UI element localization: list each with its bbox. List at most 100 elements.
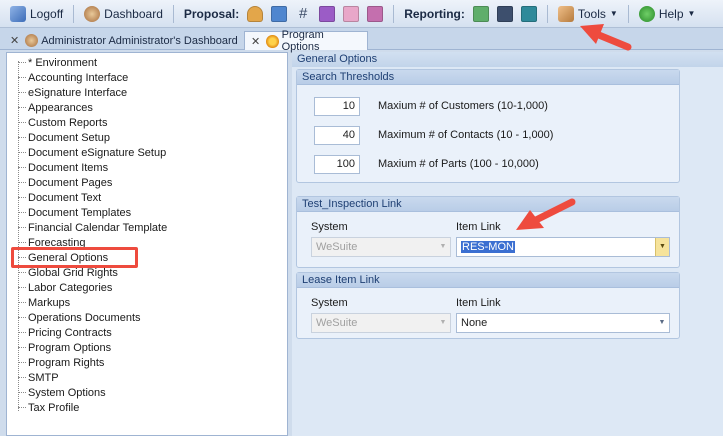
options-panel: General Options Search Thresholds 10 Max… — [292, 52, 723, 436]
customers-threshold-label: Maxium # of Customers (10-1,000) — [378, 100, 548, 112]
chevron-down-icon[interactable]: ▼ — [655, 238, 669, 256]
contacts-threshold-input[interactable]: 40 — [314, 126, 360, 145]
tools-menu[interactable]: Tools ▼ — [554, 3, 622, 25]
tree-item[interactable]: Pricing Contracts — [18, 325, 112, 340]
tab-program-options[interactable]: ✕ Program Options — [244, 29, 368, 53]
toolbar-divider — [393, 4, 395, 23]
lease-item-link-group: Lease Item Link System Item Link WeSuite… — [296, 272, 680, 339]
tab-label: Administrator Administrator's Dashboard — [41, 34, 238, 47]
tree-item-label: * Environment — [28, 56, 98, 69]
tree-item-label: Global Grid Rights — [28, 266, 118, 279]
tree-connector — [18, 317, 26, 318]
system-header: System — [311, 297, 348, 309]
customers-threshold-input[interactable]: 10 — [314, 97, 360, 116]
close-icon[interactable]: ✕ — [251, 35, 260, 48]
chevron-down-icon: ▼ — [687, 9, 696, 18]
inspection-link-group: Test_Inspection Link System Item Link We… — [296, 196, 680, 268]
chart-dark-icon[interactable] — [496, 5, 513, 22]
lease-system-select: WeSuite ▼ — [311, 313, 451, 333]
tree-item[interactable]: eSignature Interface — [18, 85, 127, 100]
tree-connector — [18, 122, 26, 123]
document-icon[interactable] — [367, 5, 384, 22]
tree-connector — [18, 77, 26, 78]
tree-connector — [18, 137, 26, 138]
tree-item[interactable]: Document Templates — [18, 205, 131, 220]
tree-item[interactable]: Document Text — [18, 190, 101, 205]
inspection-item-link-select[interactable]: RES-MON ▼ — [456, 237, 670, 257]
tree-item-label: Program Options — [28, 341, 112, 354]
toolbar-divider — [73, 4, 75, 23]
tree-item[interactable]: Document Items — [18, 160, 108, 175]
tree-item[interactable]: Financial Calendar Template — [18, 220, 167, 235]
tree-connector — [18, 242, 26, 243]
tree-item[interactable]: Custom Reports — [18, 115, 107, 130]
tree-item[interactable]: Program Rights — [18, 355, 104, 370]
tree-item[interactable]: Document eSignature Setup — [18, 145, 166, 160]
logoff-button[interactable]: Logoff — [6, 3, 67, 25]
tab-bar: ✕ Administrator Administrator's Dashboar… — [0, 28, 723, 53]
tree-item[interactable]: * Environment — [18, 55, 97, 70]
tree-item[interactable]: SMTP — [18, 370, 59, 385]
dashboard-button[interactable]: Dashboard — [80, 3, 167, 25]
tree-item[interactable]: Tax Profile — [18, 400, 79, 415]
tree-item-label: Pricing Contracts — [28, 326, 112, 339]
tree-item-label: Markups — [28, 296, 71, 309]
report-teal-icon[interactable] — [520, 5, 537, 22]
tree-connector — [18, 332, 26, 333]
wrench-blue-icon[interactable] — [271, 5, 288, 22]
tree-item[interactable]: Program Options — [18, 340, 111, 355]
tree-item[interactable]: Operations Documents — [18, 310, 141, 325]
grid-icon[interactable]: # — [295, 6, 311, 22]
tree-item[interactable]: Document Pages — [18, 175, 112, 190]
tree-connector — [18, 227, 26, 228]
tree-item[interactable]: System Options — [18, 385, 106, 400]
form-purple-icon[interactable] — [319, 5, 336, 22]
tree-item-label: Accounting Interface — [28, 71, 129, 84]
tab-dashboard[interactable]: ✕ Administrator Administrator's Dashboar… — [4, 31, 244, 50]
toolbar-divider — [546, 4, 548, 23]
group-title: Search Thresholds — [297, 70, 679, 85]
tree-connector — [18, 302, 26, 303]
tree-item-label: System Options — [28, 386, 106, 399]
tree-connector — [18, 197, 26, 198]
options-tree: * Environment Accounting Interface eSignat… — [6, 52, 288, 436]
close-icon[interactable]: ✕ — [10, 34, 19, 47]
tree-connector — [18, 287, 26, 288]
tree-item[interactable]: Labor Categories — [18, 280, 112, 295]
selected-text[interactable]: RES-MON — [461, 241, 515, 253]
chevron-down-icon: ▼ — [609, 9, 618, 18]
select-value: WeSuite — [316, 241, 358, 253]
tree-item-label: Labor Categories — [28, 281, 113, 294]
tree-item[interactable]: Markups — [18, 295, 70, 310]
parts-threshold-input[interactable]: 100 — [314, 155, 360, 174]
chevron-down-icon[interactable]: ▼ — [655, 314, 669, 332]
tab-label: Program Options — [281, 29, 324, 53]
tree-connector — [18, 272, 26, 273]
group-title: Lease Item Link — [297, 273, 679, 288]
bell-icon[interactable] — [247, 5, 264, 22]
tree-item[interactable]: Appearances — [18, 100, 93, 115]
toolbar-divider — [627, 4, 629, 23]
form-pink-icon[interactable] — [343, 5, 360, 22]
tree-item[interactable]: Document Setup — [18, 130, 110, 145]
tree-item-label: SMTP — [28, 371, 59, 384]
tree-connector — [18, 347, 26, 348]
panel-title: General Options — [292, 52, 723, 67]
tree-item-label: Document eSignature Setup — [28, 146, 167, 159]
chart-green-icon[interactable] — [472, 5, 489, 22]
tree-connector — [18, 212, 26, 213]
tree-item-label: eSignature Interface — [28, 86, 128, 99]
tree-item[interactable]: Accounting Interface — [18, 70, 128, 85]
lease-item-link-select[interactable]: None ▼ — [456, 313, 670, 333]
tree-connector — [18, 107, 26, 108]
chevron-down-icon: ▼ — [439, 243, 447, 250]
logoff-icon — [10, 5, 26, 22]
tree-item-label: Operations Documents — [28, 311, 141, 324]
tree-item-label: Custom Reports — [28, 116, 108, 129]
inspection-system-select: WeSuite ▼ — [311, 237, 451, 257]
help-menu[interactable]: Help ▼ — [635, 3, 700, 25]
tree-item-label: Document Items — [28, 161, 109, 174]
tree-item-label: Document Setup — [28, 131, 110, 144]
tree-item-label: Financial Calendar Template — [28, 221, 168, 234]
parts-threshold-label: Maxium # of Parts (100 - 10,000) — [378, 158, 539, 170]
